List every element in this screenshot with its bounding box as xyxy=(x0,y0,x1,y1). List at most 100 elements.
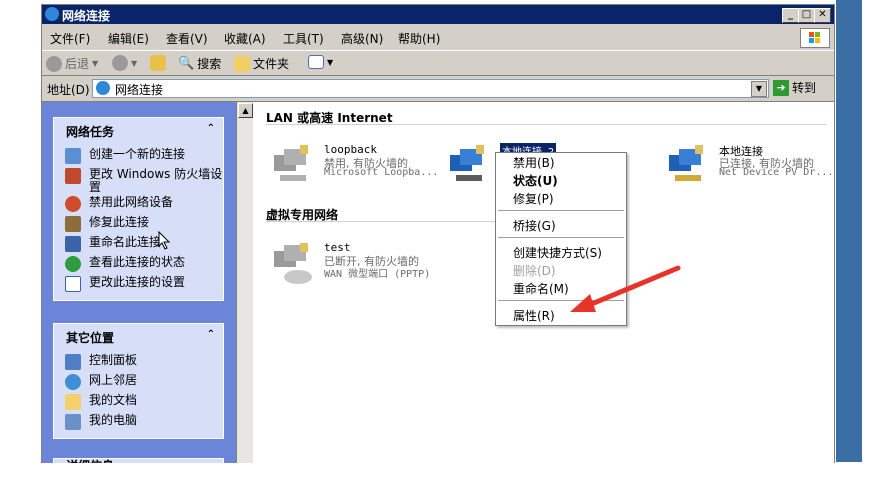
content-area: 网络任务 ⌃ 创建一个新的连接 更改 Windows 防火墙设置 禁用此网络设备… xyxy=(42,101,834,466)
place-label: 控制面板 xyxy=(89,353,138,367)
annotation-arrow-icon xyxy=(570,265,681,312)
task-label: 修复此连接 xyxy=(89,215,150,229)
repair-icon xyxy=(65,216,81,232)
context-delete: 删除(D) xyxy=(513,264,556,278)
minimize-button[interactable]: _ xyxy=(782,8,799,23)
desktop-background xyxy=(836,0,862,462)
folders-button[interactable]: 文件夹 xyxy=(234,55,289,72)
close-button[interactable]: ✕ xyxy=(814,8,831,23)
menu-favorites[interactable]: 收藏(A) xyxy=(224,30,266,47)
connection-test[interactable]: test 已断开, 有防火墙的 WAN 微型端口 (PPTP) xyxy=(270,241,460,287)
task-rename-connection[interactable]: 重命名此连接 xyxy=(54,236,223,256)
task-disable-device[interactable]: 禁用此网络设备 xyxy=(54,196,223,216)
task-view-status[interactable]: 查看此连接的状态 xyxy=(54,256,223,276)
address-input[interactable]: 网络连接 ▼ xyxy=(92,79,769,98)
collapse-icon[interactable]: ⌃ xyxy=(207,123,215,134)
network-tasks-title: 网络任务 xyxy=(66,125,115,139)
back-label: 后退 xyxy=(65,57,90,71)
documents-icon xyxy=(65,394,81,410)
connection-device: WAN 微型端口 (PPTP) xyxy=(324,269,431,280)
disable-icon xyxy=(65,196,81,212)
task-label: 禁用此网络设备 xyxy=(89,195,174,209)
network-connections-icon xyxy=(96,81,110,95)
network-tasks-header[interactable]: 网络任务 ⌃ xyxy=(54,118,223,142)
context-disable[interactable]: 禁用(B) xyxy=(513,154,555,171)
network-tasks-panel: 网络任务 ⌃ 创建一个新的连接 更改 Windows 防火墙设置 禁用此网络设备… xyxy=(53,117,224,301)
status-icon xyxy=(65,256,81,272)
task-repair-connection[interactable]: 修复此连接 xyxy=(54,216,223,236)
context-bridge[interactable]: 桥接(G) xyxy=(513,217,556,234)
toolbar: 后退 ▼ ▼ 🔍 搜索 文件夹 ▼ xyxy=(42,50,834,76)
connection-device: Microsoft Loopba... xyxy=(324,167,439,178)
search-label: 搜索 xyxy=(197,57,222,71)
connection-loopback[interactable]: loopback 禁用, 有防火墙的 Microsoft Loopba... xyxy=(270,143,460,189)
connection-local[interactable]: 本地连接 已连接, 有防火墙的 Net Device PV Dr... xyxy=(665,143,855,189)
place-control-panel[interactable]: 控制面板 xyxy=(54,354,223,374)
folders-label: 文件夹 xyxy=(253,57,290,71)
task-firewall-settings[interactable]: 更改 Windows 防火墙设置 xyxy=(54,168,223,196)
context-create-shortcut[interactable]: 创建快捷方式(S) xyxy=(513,244,602,261)
place-label: 我的文档 xyxy=(89,393,138,407)
chevron-down-icon: ▼ xyxy=(327,57,334,67)
menu-edit[interactable]: 编辑(E) xyxy=(108,30,149,47)
place-my-documents[interactable]: 我的文档 xyxy=(54,394,223,414)
title-bar[interactable]: 网络连接 _ □ ✕ xyxy=(42,5,834,24)
search-button[interactable]: 🔍 搜索 xyxy=(178,55,221,72)
scrollbar[interactable]: ▲ xyxy=(236,102,253,464)
context-properties[interactable]: 属性(R) xyxy=(513,307,555,324)
address-value: 网络连接 xyxy=(115,83,164,97)
lan-disabled-icon xyxy=(274,145,308,181)
context-repair[interactable]: 修复(P) xyxy=(513,190,554,207)
views-button[interactable]: ▼ xyxy=(308,55,333,69)
network-connections-icon xyxy=(45,7,59,21)
chevron-down-icon: ▼ xyxy=(92,59,99,68)
section-divider xyxy=(266,124,826,125)
folder-icon xyxy=(234,55,250,72)
up-folder-button[interactable] xyxy=(150,55,166,71)
connection-device: Net Device PV Dr... xyxy=(719,167,834,178)
other-places-title: 其它位置 xyxy=(66,331,115,345)
firewall-icon xyxy=(65,168,81,184)
place-my-computer[interactable]: 我的电脑 xyxy=(54,414,223,434)
chevron-down-icon: ▼ xyxy=(131,58,138,68)
views-icon xyxy=(308,55,324,69)
menu-advanced[interactable]: 高级(N) xyxy=(341,30,383,47)
menu-bar: 文件(F) 编辑(E) 查看(V) 收藏(A) 工具(T) 高级(N) 帮助(H… xyxy=(42,26,834,48)
menu-help[interactable]: 帮助(H) xyxy=(398,30,440,47)
task-label: 更改 Windows 防火墙设置 xyxy=(89,167,223,194)
task-label: 查看此连接的状态 xyxy=(89,255,186,269)
address-bar: 地址(D) 网络连接 ▼ ➔ 转到 xyxy=(42,77,834,99)
scroll-up-button[interactable]: ▲ xyxy=(238,103,253,118)
menu-file[interactable]: 文件(F) xyxy=(50,30,90,47)
control-panel-icon xyxy=(65,354,81,370)
go-button[interactable]: ➔ 转到 xyxy=(773,79,816,96)
windows-logo-icon xyxy=(800,28,830,48)
search-icon: 🔍 xyxy=(178,56,195,71)
menu-view[interactable]: 查看(V) xyxy=(166,30,208,47)
task-create-connection[interactable]: 创建一个新的连接 xyxy=(54,148,223,168)
other-places-header[interactable]: 其它位置 ⌃ xyxy=(54,324,223,348)
place-network-neighborhood[interactable]: 网上邻居 xyxy=(54,374,223,394)
context-status[interactable]: 状态(U) xyxy=(513,172,558,189)
new-connection-icon xyxy=(65,148,81,164)
vpn-disconnected-icon xyxy=(274,243,312,284)
other-places-panel: 其它位置 ⌃ 控制面板 网上邻居 我的文档 我的电脑 xyxy=(53,323,224,439)
window-title: 网络连接 xyxy=(62,9,111,23)
task-label: 更改此连接的设置 xyxy=(89,275,186,289)
address-label: 地址(D) xyxy=(47,83,90,97)
rename-icon xyxy=(65,236,81,252)
menu-tools[interactable]: 工具(T) xyxy=(283,30,324,47)
computer-icon xyxy=(65,414,81,430)
address-dropdown-button[interactable]: ▼ xyxy=(751,81,767,97)
maximize-button[interactable]: □ xyxy=(798,8,815,23)
mouse-cursor-icon xyxy=(158,231,171,250)
back-button[interactable]: 后退 ▼ xyxy=(46,55,98,72)
place-label: 我的电脑 xyxy=(89,413,138,427)
section-divider xyxy=(266,221,496,222)
forward-button[interactable]: ▼ xyxy=(112,55,137,71)
lan-connected-icon xyxy=(450,145,484,181)
collapse-icon[interactable]: ⌃ xyxy=(207,329,215,340)
task-change-settings[interactable]: 更改此连接的设置 xyxy=(54,276,223,296)
back-arrow-icon xyxy=(46,55,62,72)
go-label: 转到 xyxy=(792,81,817,95)
